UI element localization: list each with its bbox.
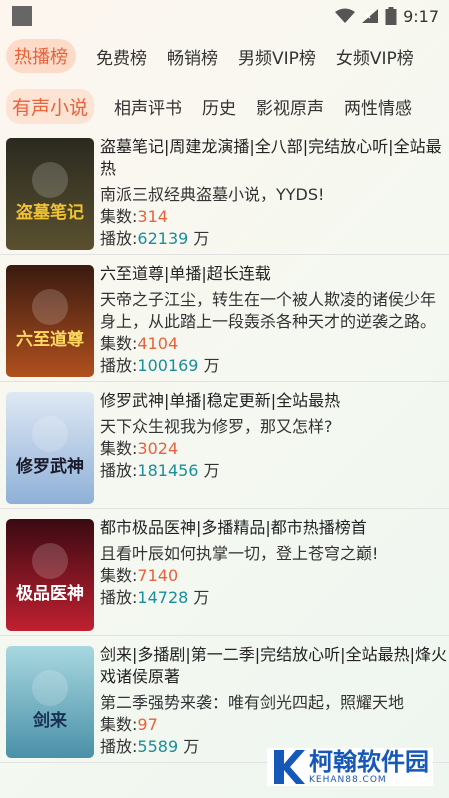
tab-female-vip-ranking[interactable]: 女频VIP榜	[336, 44, 414, 69]
episode-count: 集数:97	[100, 715, 158, 734]
book-description: 第二季强势来袭：唯有剑光四起，照耀天地	[100, 693, 405, 712]
tab-history[interactable]: 历史	[202, 94, 236, 119]
book-info: 六至道尊|单播|超长连载 天帝之子江尘，转生在一个被人欺凌的诸侯少年身上，从此踏…	[100, 263, 449, 377]
book-title[interactable]: 都市极品医神|多播精品|都市热播榜首	[100, 517, 449, 539]
book-description: 且看叶辰如何执掌一切，登上苍穹之巅!	[100, 544, 379, 563]
book-description: 天下众生视我为修罗，那又怎样?	[100, 417, 333, 436]
book-info: 盗墓笔记|周建龙演播|全八部|完结放心听|全站最热 南派三叔经典盗墓小说，YYD…	[100, 136, 449, 250]
book-title[interactable]: 盗墓笔记|周建龙演播|全八部|完结放心听|全站最热	[100, 136, 449, 180]
book-info: 剑来|多播剧|第一二季|完结放心听|全站最热|烽火戏诸侯原著 第二季强势来袭：唯…	[100, 644, 449, 758]
watermark-logo: 柯翰软件园 KEHAN88.COM	[267, 748, 433, 786]
book-description: 天帝之子江尘，转生在一个被人欺凌的诸侯少年身上，从此踏上一段轰杀各种天才的逆袭之…	[100, 290, 437, 331]
book-cover[interactable]: 极品医神	[6, 519, 94, 631]
tab-relationships[interactable]: 两性情感	[344, 94, 412, 119]
signal-icon	[362, 9, 379, 23]
tab-free-ranking[interactable]: 免费榜	[96, 44, 147, 69]
watermark-en: KEHAN88.COM	[309, 774, 387, 785]
tab-audio-novel[interactable]: 有声小说	[6, 88, 95, 124]
status-icons: 9:17	[335, 5, 439, 27]
book-cover[interactable]: 六至道尊	[6, 265, 94, 377]
book-title[interactable]: 剑来|多播剧|第一二季|完结放心听|全站最热|烽火戏诸侯原著	[100, 644, 449, 688]
book-item[interactable]: 极品医神 都市极品医神|多播精品|都市热播榜首 且看叶辰如何执掌一切，登上苍穹之…	[0, 509, 449, 636]
tab-hot-ranking[interactable]: 热播榜	[6, 39, 76, 73]
tab-soundtrack[interactable]: 影视原声	[256, 94, 324, 119]
episode-count: 集数:7140	[100, 566, 179, 585]
book-list: 盗墓笔记 盗墓笔记|周建龙演播|全八部|完结放心听|全站最热 南派三叔经典盗墓小…	[0, 128, 449, 763]
ranking-tabs: 热播榜 免费榜 畅销榜 男频VIP榜 女频VIP榜	[0, 38, 449, 74]
tab-male-vip-ranking[interactable]: 男频VIP榜	[238, 44, 316, 69]
book-item[interactable]: 剑来 剑来|多播剧|第一二季|完结放心听|全站最热|烽火戏诸侯原著 第二季强势来…	[0, 636, 449, 763]
episode-count: 集数:4104	[100, 334, 179, 353]
book-title[interactable]: 修罗武神|单播|稳定更新|全站最热	[100, 390, 449, 412]
book-description: 南派三叔经典盗墓小说，YYDS!	[100, 185, 325, 204]
watermark-cn: 柯翰软件园	[309, 747, 429, 776]
episode-count: 集数:314	[100, 207, 168, 226]
notification-icon	[12, 6, 32, 26]
book-cover[interactable]: 剑来	[6, 646, 94, 758]
book-info: 修罗武神|单播|稳定更新|全站最热 天下众生视我为修罗，那又怎样? 集数:302…	[100, 390, 449, 482]
cover-title: 极品医神	[16, 583, 84, 604]
wifi-icon	[335, 8, 356, 23]
tab-bestseller-ranking[interactable]: 畅销榜	[167, 44, 218, 69]
play-count: 播放:100169 万	[100, 356, 220, 375]
battery-icon	[385, 7, 397, 25]
book-cover[interactable]: 修罗武神	[6, 392, 94, 504]
cover-title: 剑来	[32, 710, 68, 731]
tab-crosstalk[interactable]: 相声评书	[114, 94, 182, 119]
kehan-logo-icon	[274, 750, 305, 784]
book-item[interactable]: 修罗武神 修罗武神|单播|稳定更新|全站最热 天下众生视我为修罗，那又怎样? 集…	[0, 382, 449, 509]
play-count: 播放:14728 万	[100, 588, 210, 607]
book-cover[interactable]: 盗墓笔记	[6, 138, 94, 250]
cover-title: 盗墓笔记	[16, 202, 84, 223]
play-count: 播放:62139 万	[100, 229, 210, 248]
episode-count: 集数:3024	[100, 439, 179, 458]
category-tabs: 有声小说 相声评书 历史 影视原声 两性情感	[0, 88, 449, 124]
book-item[interactable]: 盗墓笔记 盗墓笔记|周建龙演播|全八部|完结放心听|全站最热 南派三叔经典盗墓小…	[0, 128, 449, 255]
book-info: 都市极品医神|多播精品|都市热播榜首 且看叶辰如何执掌一切，登上苍穹之巅! 集数…	[100, 517, 449, 609]
status-time: 9:17	[403, 6, 439, 26]
play-count: 播放:181456 万	[100, 461, 220, 480]
book-item[interactable]: 六至道尊 六至道尊|单播|超长连载 天帝之子江尘，转生在一个被人欺凌的诸侯少年身…	[0, 255, 449, 382]
cover-title: 六至道尊	[16, 329, 84, 350]
cover-title: 修罗武神	[15, 456, 84, 477]
book-title[interactable]: 六至道尊|单播|超长连载	[100, 263, 449, 285]
status-bar: 9:17	[0, 0, 449, 32]
